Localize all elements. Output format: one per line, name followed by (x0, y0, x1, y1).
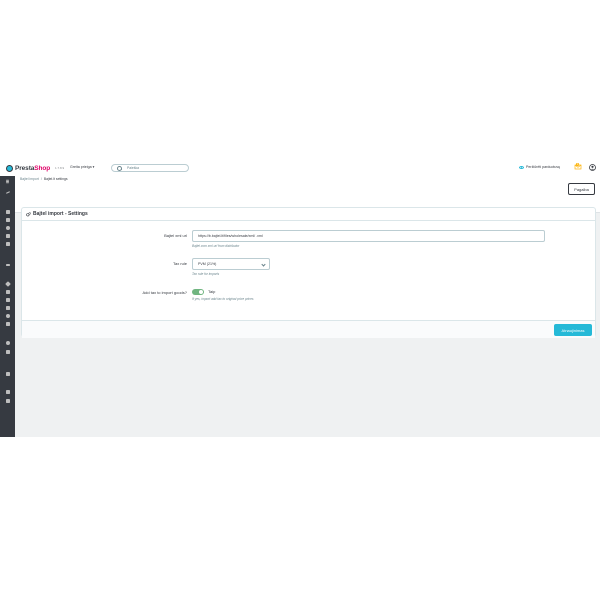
sidebar-trend-icon[interactable] (4, 190, 11, 195)
sidebar-transfer-icon[interactable] (4, 262, 11, 267)
sidebar-catalog-icon[interactable] (4, 217, 11, 222)
breadcrumb-parent[interactable]: Bajtel import (20, 177, 39, 181)
settings-panel: Bajtel import - Settings Bajtel xml url … (21, 207, 596, 338)
sidebar-bajtel-icon[interactable] (4, 389, 11, 394)
breadcrumb-separator: / (40, 177, 42, 181)
sidebar-collapse-icon[interactable] (4, 179, 11, 184)
tax-rule-hint: Tax rule for imports (192, 272, 220, 276)
add-tax-toggle-label: Taip (208, 289, 216, 294)
panel-header: Bajtel import - Settings (22, 208, 595, 221)
search-input[interactable]: Paieška (111, 164, 189, 172)
chevron-down-icon (261, 262, 266, 267)
search-placeholder: Paieška (127, 166, 140, 170)
eye-icon (519, 165, 524, 169)
sidebar-modules-icon[interactable] (4, 280, 11, 287)
sidebar-bajtel2-icon[interactable] (4, 398, 11, 403)
help-button[interactable]: Pagalba (568, 183, 595, 195)
view-shop-link[interactable]: Peržiūrėti parduotuvę (519, 165, 560, 169)
sidebar-international-icon[interactable] (4, 313, 11, 318)
sidebar-config-icon[interactable] (4, 371, 11, 376)
breadcrumb: Bajtel import / Bajtel.lt settings (20, 177, 68, 181)
quick-access-dropdown[interactable]: Greita prieiga ▾ (70, 165, 94, 169)
sidebar-messages-icon[interactable] (4, 233, 11, 238)
gears-icon (26, 211, 31, 216)
logo-text-presta: Presta (15, 164, 35, 172)
prestashop-logo-icon (6, 164, 13, 172)
sidebar-advanced-icon[interactable] (4, 349, 11, 354)
panel-footer: Atnaujinimas (22, 320, 595, 338)
tax-rule-value: PVM (21%) (198, 262, 217, 266)
tax-rule-label: Tax rule (172, 261, 187, 266)
search-icon (117, 165, 122, 171)
xml-url-label: Bajtel xml url (164, 233, 187, 238)
sidebar-shipping-icon[interactable] (4, 297, 11, 302)
xml-url-hint: Bajtel.com xml url from distributor (192, 244, 240, 248)
user-account-icon[interactable] (589, 164, 596, 171)
add-tax-toggle[interactable] (192, 289, 204, 295)
prestashop-logo[interactable]: PrestaShop (6, 164, 50, 172)
top-header: PrestaShop 1.7.8.9 Greita prieiga ▾ Paie… (0, 160, 600, 177)
sidebar-orders-icon[interactable] (4, 209, 11, 214)
sidebar-settings-icon[interactable] (4, 340, 11, 345)
tax-rule-select[interactable]: PVM (21%) (192, 258, 270, 270)
view-shop-label: Peržiūrėti parduotuvę (526, 165, 561, 169)
toggle-knob (198, 289, 204, 295)
sidebar-display-icon[interactable] (4, 321, 11, 326)
logo-text-shop: Shop (34, 164, 51, 172)
sidebar-design-icon[interactable] (4, 289, 11, 294)
breadcrumb-current: Bajtel.lt settings (43, 177, 68, 181)
version-label: 1.7.8.9 (55, 166, 65, 170)
sidebar-nav (0, 176, 15, 437)
sidebar-customers-icon[interactable] (4, 225, 11, 230)
sidebar-stats-icon[interactable] (4, 241, 11, 246)
add-tax-hint: If yes, import add tax to original price… (192, 297, 254, 301)
sidebar-payment-icon[interactable] (4, 305, 11, 310)
panel-title: Bajtel import - Settings (33, 211, 88, 217)
add-tax-label: Add tax to import goods? (142, 290, 187, 295)
save-button[interactable]: Atnaujinimas (554, 324, 592, 336)
xml-url-input[interactable]: https://b.bajtel.lt/files/wholesale/xml/… (192, 230, 545, 242)
